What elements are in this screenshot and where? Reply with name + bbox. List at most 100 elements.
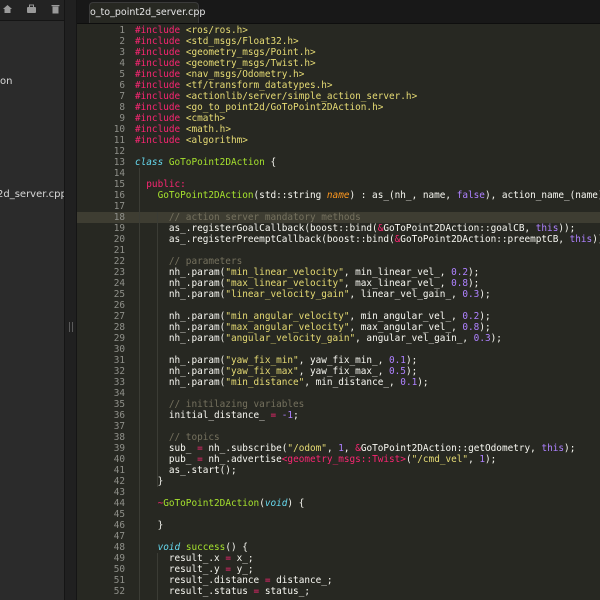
code-token: <ros/ros.h> bbox=[185, 25, 248, 36]
code-token: , bbox=[326, 443, 339, 454]
line-number: 3 bbox=[119, 47, 125, 58]
sidebar-toolbar bbox=[0, 0, 64, 21]
code-line[interactable]: #include <ros/ros.h> bbox=[135, 25, 248, 36]
code-line[interactable]: #include <std_msgs/Float32.h> bbox=[135, 36, 299, 47]
code-token: GoToPoint2DAction::preemptCB, bbox=[400, 234, 570, 245]
line-number: 45 bbox=[113, 509, 125, 520]
line-number: 20 bbox=[113, 234, 125, 245]
trash-icon[interactable] bbox=[50, 4, 61, 14]
code-token: "/cmd_vel" bbox=[411, 454, 469, 465]
code-line[interactable]: nh_.param("max_angular_velocity", max_an… bbox=[135, 322, 491, 333]
code-editor[interactable]: 1 2 3 4 5 6 7 8 9 10 11 12 13 14 15 16 17 18 19 20 21 22 23 24 2… bbox=[77, 24, 600, 600]
line-number: 52 bbox=[113, 586, 125, 597]
code-line[interactable]: // topics bbox=[135, 432, 220, 443]
line-number: 16 bbox=[113, 190, 125, 201]
code-token: nh_.param( bbox=[135, 322, 226, 333]
code-line[interactable]: #include <go_to_point2d/GoToPoint2DActio… bbox=[135, 102, 383, 113]
grip-line bbox=[72, 322, 73, 332]
code-line[interactable]: class GoToPoint2DAction { bbox=[135, 157, 276, 168]
code-line[interactable]: public: bbox=[135, 179, 186, 190]
line-number: 21 bbox=[113, 245, 125, 256]
line-number: 29 bbox=[113, 333, 125, 344]
sidebar-item-label[interactable]: 2d_server.cpp bbox=[0, 189, 64, 200]
code-token: <nav_msgs/Odometry.h> bbox=[185, 69, 305, 80]
code-line[interactable]: result_.status = status_; bbox=[135, 586, 310, 597]
code-line[interactable]: #include <math.h> bbox=[135, 124, 231, 135]
code-line[interactable]: nh_.param("min_distance", min_distance_,… bbox=[135, 377, 429, 388]
code-line[interactable]: pub_ = nh_.advertise<geometry_msgs::Twis… bbox=[135, 454, 496, 465]
code-line[interactable]: #include <algorithm> bbox=[135, 135, 248, 146]
code-token: #include bbox=[135, 47, 186, 58]
code-line[interactable]: GoToPoint2DAction(std::string name) : as… bbox=[135, 190, 600, 201]
code-token: , max_linear_vel_, bbox=[343, 278, 452, 289]
code-token: , bbox=[343, 443, 356, 454]
code-line[interactable]: // action server mandatory methods bbox=[135, 212, 361, 223]
code-token: )); bbox=[558, 223, 576, 234]
line-number: 7 bbox=[119, 91, 125, 102]
code-token: nh_.subscribe( bbox=[202, 443, 288, 454]
code-line[interactable]: sub_ = nh_.subscribe("/odom", 1, &GoToPo… bbox=[135, 443, 575, 454]
briefcase-icon[interactable] bbox=[26, 4, 37, 14]
home-icon[interactable] bbox=[2, 4, 13, 14]
code-line[interactable]: // parameters bbox=[135, 256, 242, 267]
code-line[interactable]: as_.start(); bbox=[135, 465, 237, 476]
line-number: 32 bbox=[113, 366, 125, 377]
code-area[interactable]: #include <ros/ros.h> #include <std_msgs/F… bbox=[135, 24, 600, 600]
code-line[interactable]: #include <cmath> bbox=[135, 113, 225, 124]
line-number: 22 bbox=[113, 256, 125, 267]
code-line[interactable]: nh_.param("max_linear_velocity", max_lin… bbox=[135, 278, 479, 289]
line-number: 43 bbox=[113, 487, 125, 498]
code-token: <std_msgs/Float32.h> bbox=[185, 36, 299, 47]
code-token: ), action_name_(name) { bbox=[484, 190, 600, 201]
code-line[interactable]: #include <tf/transform_datatypes.h> bbox=[135, 80, 333, 91]
code-token: { bbox=[264, 157, 277, 168]
code-line[interactable]: nh_.param("yaw_fix_min", yaw_fix_min_, 0… bbox=[135, 355, 417, 366]
line-number: 18 bbox=[113, 212, 125, 223]
code-token: ); bbox=[468, 267, 480, 278]
code-line[interactable]: initial_distance_ = -1; bbox=[135, 410, 299, 421]
line-number: 30 bbox=[113, 344, 125, 355]
code-token: 0.8 bbox=[462, 322, 480, 333]
code-token: -1 bbox=[281, 410, 294, 421]
code-line[interactable]: ~GoToPoint2DAction(void) { bbox=[135, 498, 305, 509]
code-token: name bbox=[326, 190, 350, 201]
code-token: this bbox=[535, 223, 559, 234]
line-number: 47 bbox=[113, 531, 125, 542]
code-line[interactable]: nh_.param("angular_velocity_gain", angul… bbox=[135, 333, 502, 344]
sidebar-item-label[interactable]: on bbox=[0, 76, 12, 87]
code-line[interactable]: nh_.param("yaw_fix_max", yaw_fix_max_, 0… bbox=[135, 366, 417, 377]
code-token: initial_distance_ bbox=[135, 410, 271, 421]
code-token: "angular_velocity_gain" bbox=[225, 333, 356, 344]
line-number: 48 bbox=[113, 542, 125, 553]
code-line[interactable]: // initilazing variables bbox=[135, 399, 304, 410]
code-line[interactable]: as_.registerPreemptCallback(boost::bind(… bbox=[135, 234, 600, 245]
code-line[interactable]: #include <actionlib/server/simple_action… bbox=[135, 91, 417, 102]
line-number: 42 bbox=[113, 476, 125, 487]
code-line[interactable]: #include <nav_msgs/Odometry.h> bbox=[135, 69, 304, 80]
tab-active-file[interactable]: o_to_point2d_server.cpp bbox=[89, 2, 205, 23]
code-token: void bbox=[157, 542, 181, 553]
code-token: this bbox=[569, 234, 593, 245]
code-line[interactable]: #include <geometry_msgs/Twist.h> bbox=[135, 58, 316, 69]
code-line[interactable]: void success() { bbox=[135, 542, 248, 553]
code-token: #include bbox=[135, 36, 186, 47]
code-line[interactable]: result_.distance = distance_; bbox=[135, 575, 333, 586]
line-number: 27 bbox=[113, 311, 125, 322]
code-token: (std::string bbox=[253, 190, 327, 201]
pane-resize-handle[interactable] bbox=[65, 0, 77, 600]
code-line[interactable]: nh_.param("min_angular_velocity", min_an… bbox=[135, 311, 491, 322]
line-number: 50 bbox=[113, 564, 125, 575]
line-number: 49 bbox=[113, 553, 125, 564]
code-token: this bbox=[541, 443, 565, 454]
code-line[interactable]: #include <geometry_msgs/Point.h> bbox=[135, 47, 316, 58]
code-line[interactable]: result_.y = y_; bbox=[135, 564, 254, 575]
code-line[interactable]: as_.registerGoalCallback(boost::bind(&Go… bbox=[135, 223, 575, 234]
code-line[interactable]: result_.x = x_; bbox=[135, 553, 254, 564]
code-line[interactable]: nh_.param("linear_velocity_gain", linear… bbox=[135, 289, 491, 300]
code-token: // parameters bbox=[135, 256, 243, 267]
line-number: 51 bbox=[113, 575, 125, 586]
code-line[interactable]: nh_.param("min_linear_velocity", min_lin… bbox=[135, 267, 479, 278]
code-token: nh_.param( bbox=[135, 355, 226, 366]
code-token: class bbox=[135, 157, 169, 168]
code-token: distance_; bbox=[270, 575, 333, 586]
